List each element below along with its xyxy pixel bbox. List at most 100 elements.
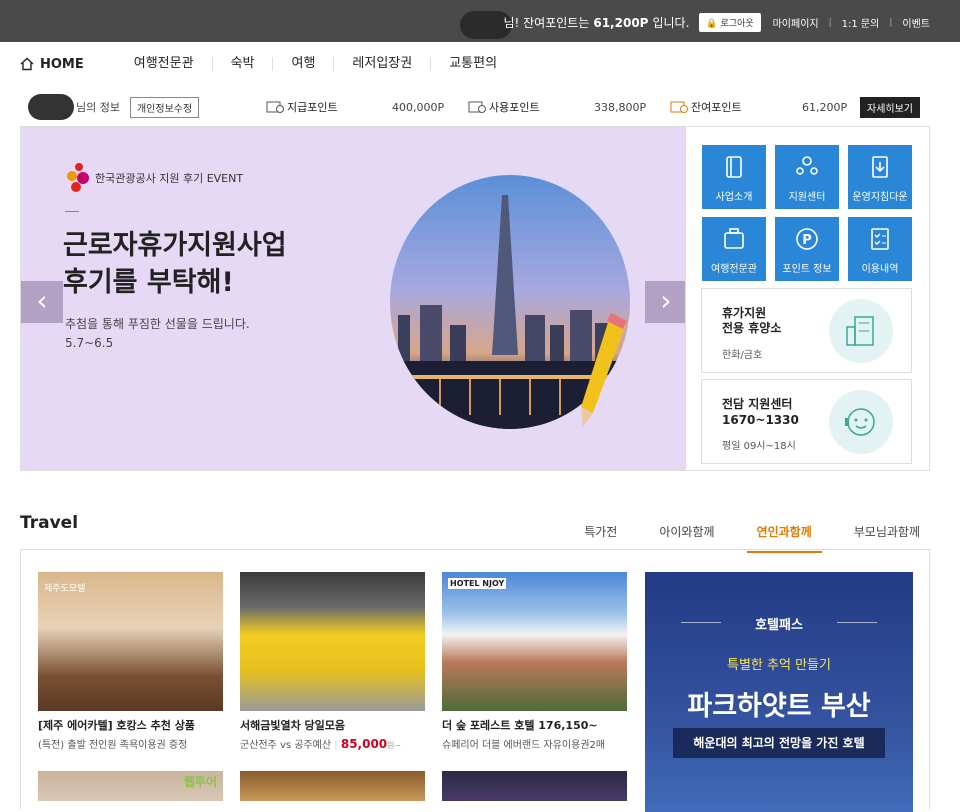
product-image-row2[interactable]	[442, 771, 627, 801]
banner-brand: 한국관광공사 지원 후기 EVENT	[65, 162, 243, 194]
product-desc-row: 군산전주 vs 공주예산 | 85,000원~	[240, 736, 425, 751]
quick-guideline-download[interactable]: 운영지침다운	[848, 145, 912, 209]
nav-travel[interactable]: 여행	[272, 57, 333, 71]
banner-brand-text: 한국관광공사 지원 후기 EVENT	[95, 172, 244, 185]
banner-date: 5.7~6.5	[65, 336, 114, 350]
ad-tagline: 해운대의 최고의 전망을 가진 호텔	[673, 728, 885, 758]
banner-headline-line1: 근로자휴가지원사업	[63, 230, 287, 261]
event-banner[interactable]: 한국관광공사 지원 후기 EVENT 근로자휴가지원사업 후기를 부탁해! 추첨…	[20, 126, 686, 471]
product-image	[240, 572, 425, 711]
home-icon	[20, 57, 34, 71]
product-desc: 슈페리어 더블 에버랜드 자유이용권2매	[442, 740, 606, 751]
center-title: 전담 지원센터	[722, 397, 793, 411]
ad-brand: 호텔패스	[755, 618, 803, 633]
hotel-pass-ad[interactable]: 호텔패스 특별한 추억 만들기 파크하얏트 부산 해운대의 최고의 전망을 가진…	[645, 572, 913, 812]
remain-points-group: 잔여포인트	[670, 99, 742, 115]
points-remain-icon	[670, 101, 688, 113]
points-given-icon	[266, 101, 284, 113]
banner-divider	[65, 211, 79, 212]
product-desc: 군산전주 vs 공주예산	[240, 740, 332, 751]
remain-points-label: 잔여포인트	[691, 101, 742, 114]
product-title: 서해금빛열차 당일모음	[240, 719, 346, 732]
point-info-bar: 님의 정보 개인정보수정 지급포인트 400,000P 사용포인트 338,80…	[20, 92, 930, 122]
product-card[interactable]: 제주도모텔 [제주 에어카텔] 호캉스 추천 상품 (특전) 출발 전인원 족욕…	[38, 572, 223, 751]
product-title: 더 숲 포레스트 호텔 176,150~	[442, 719, 598, 732]
travel-product-grid: 제주도모텔 [제주 에어카텔] 호캉스 추천 상품 (특전) 출발 전인원 족욕…	[20, 549, 930, 812]
banner-prev-button[interactable]: ‹	[21, 281, 63, 323]
travel-section-title: Travel	[20, 513, 79, 533]
banner-next-button[interactable]: ›	[645, 281, 685, 323]
download-icon	[872, 156, 888, 178]
quick-label: 포인트 정보	[782, 264, 832, 275]
remaining-points: 61,200P	[593, 15, 649, 30]
resort-card[interactable]: 휴가지원 전용 휴양소 한화/금호	[701, 288, 912, 373]
travel-tabs: 특가전 아이와함께 연인과함께 부모님과함께	[552, 515, 930, 553]
inquiry-link[interactable]: 1:1 문의	[842, 15, 880, 30]
user-info-label: 님의 정보	[76, 101, 120, 114]
ad-subtitle: 특별한 추억 만들기	[727, 658, 831, 673]
kto-logo-icon	[67, 163, 89, 192]
mypage-link[interactable]: 마이페이지	[773, 15, 819, 30]
edit-profile-button[interactable]: 개인정보수정	[129, 96, 200, 118]
banner-headline: 근로자휴가지원사업 후기를 부탁해!	[63, 227, 287, 301]
pencil-icon	[581, 313, 627, 427]
product-card[interactable]: 서해금빛열차 당일모음 군산전주 vs 공주예산 | 85,000원~	[240, 572, 425, 751]
given-points-label: 지급포인트	[287, 101, 338, 114]
logout-button[interactable]: 🔒 로그아웃	[699, 13, 761, 32]
quick-business-intro[interactable]: 사업소개	[702, 145, 766, 209]
product-desc: (특전) 출발 전인원 족욕이용권 증정	[38, 740, 188, 751]
banner-sub-line1: 추첨을 통해 푸짐한 선물을 드립니다.	[65, 317, 250, 331]
quick-usage-history[interactable]: 이용내역	[848, 217, 912, 281]
quick-support-center[interactable]: 지원센터	[775, 145, 839, 209]
tab-with-kids[interactable]: 아이와함께	[649, 515, 724, 553]
nav-transport[interactable]: 교통편의	[430, 57, 515, 71]
event-link[interactable]: 이벤트	[902, 15, 930, 30]
tab-with-partner[interactable]: 연인과함께	[746, 515, 822, 553]
product-image-row2[interactable]	[240, 771, 425, 801]
product-card[interactable]: HOTEL NJOY 더 숲 포레스트 호텔 176,150~ 슈페리어 더블 …	[442, 572, 627, 751]
main-navigation: HOME 여행전문관 숙박 여행 레저입장권 교통편의	[0, 42, 960, 86]
price-unit: 원~	[387, 741, 402, 750]
quick-menu-panel: 사업소개 지원센터 운영지침다운 여행전문관 P 포인트 정보 이용내역 휴가지…	[686, 126, 930, 471]
product-title: [제주 에어카텔] 호캉스 추천 상품	[38, 719, 195, 732]
tab-special-deals[interactable]: 특가전	[574, 515, 627, 553]
checklist-icon	[871, 228, 889, 250]
resort-title-line1: 휴가지원	[722, 306, 767, 320]
quick-point-info[interactable]: P 포인트 정보	[775, 217, 839, 281]
product-badge: 웹투어	[183, 775, 217, 789]
product-image: HOTEL NJOY	[442, 572, 627, 711]
center-phone: 1670~1330	[722, 413, 799, 427]
support-center-card[interactable]: 전담 지원센터 1670~1330 평일 09시~18시	[701, 379, 912, 464]
people-icon	[796, 156, 818, 175]
top-bar: 님! 잔여포인트는 61,200P 입니다. 🔒 로그아웃 마이페이지 | 1:…	[0, 0, 960, 42]
divider: |	[889, 17, 893, 28]
home-label: HOME	[40, 56, 84, 72]
book-icon	[726, 156, 742, 178]
nav-leisure-tickets[interactable]: 레저입장권	[333, 57, 430, 71]
nav-travel-expert[interactable]: 여행전문관	[116, 57, 212, 71]
banner-subtext: 추첨을 통해 푸짐한 선물을 드립니다. 5.7~6.5	[65, 315, 250, 353]
quick-label: 이용내역	[861, 264, 899, 275]
product-image: 제주도모텔	[38, 572, 223, 711]
used-points-group: 사용포인트	[468, 99, 540, 115]
used-points-value: 338,800P	[594, 100, 647, 114]
nav-lodging[interactable]: 숙박	[211, 57, 273, 71]
points-used-icon	[468, 101, 486, 113]
given-points-value: 400,000P	[392, 100, 445, 114]
home-link[interactable]: HOME	[20, 57, 84, 72]
divider: |	[828, 17, 832, 28]
resort-title: 휴가지원 전용 휴양소	[722, 306, 781, 336]
used-points-label: 사용포인트	[489, 101, 540, 114]
svg-text:P: P	[802, 233, 812, 248]
quick-label: 운영지침다운	[852, 192, 908, 203]
tab-with-parents[interactable]: 부모님과함께	[844, 515, 930, 553]
given-points-group: 지급포인트	[266, 99, 338, 115]
resort-title-line2: 전용 휴양소	[722, 321, 782, 335]
quick-travel-expert[interactable]: 여행전문관	[702, 217, 766, 281]
quick-label: 지원센터	[788, 192, 826, 203]
view-details-button[interactable]: 자세히보기	[860, 96, 920, 118]
quick-label: 사업소개	[715, 192, 753, 203]
product-badge: HOTEL NJOY	[448, 578, 507, 589]
top-bar-user-info: 님! 잔여포인트는 61,200P 입니다. 🔒 로그아웃 마이페이지 | 1:…	[503, 13, 930, 32]
product-image-row2[interactable]: 웹투어	[38, 771, 223, 801]
